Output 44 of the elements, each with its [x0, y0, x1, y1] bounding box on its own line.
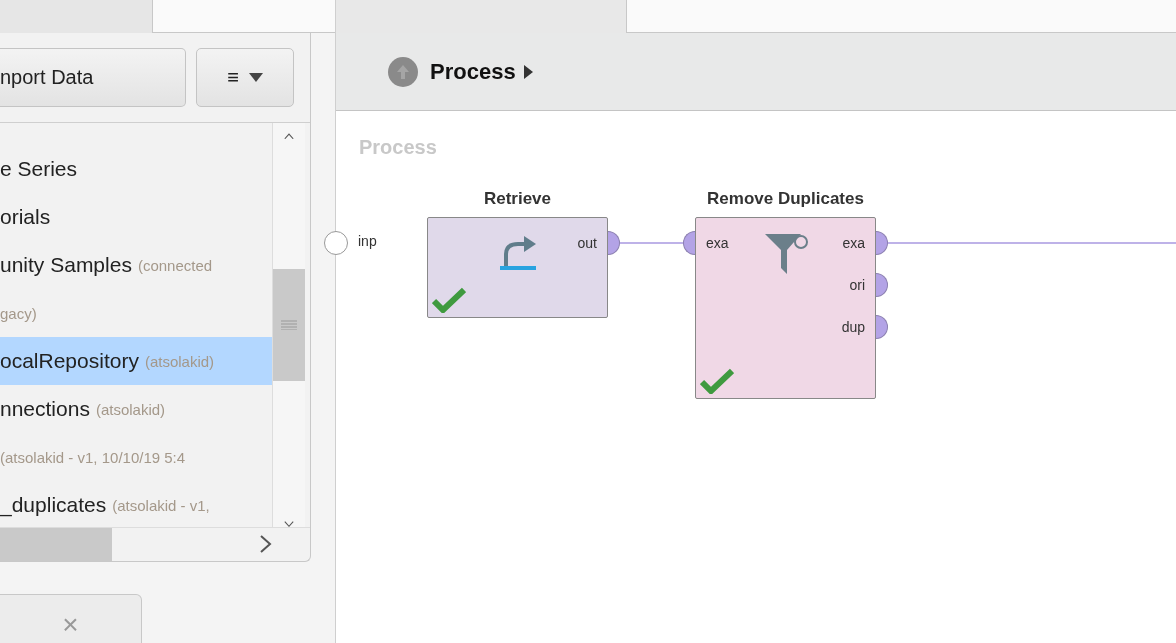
repository-item[interactable]: unity Samples (connected: [0, 241, 272, 289]
item-name: nnections: [0, 397, 90, 421]
port[interactable]: [683, 231, 695, 255]
repository-item[interactable]: ocalRepository (atsolakid): [0, 337, 272, 385]
port[interactable]: [608, 231, 620, 255]
horizontal-scrollbar[interactable]: [0, 527, 310, 561]
operator-box[interactable]: exa exa ori dup: [695, 217, 876, 399]
port-label: exa: [706, 235, 729, 251]
port[interactable]: [876, 231, 888, 255]
repository-item[interactable]: e Series: [0, 145, 272, 193]
item-detail: (atsolakid): [95, 400, 166, 418]
grip-icon: [281, 320, 297, 330]
caret-icon: [248, 73, 263, 82]
port[interactable]: [876, 273, 888, 297]
port-label: ori: [849, 277, 865, 293]
port-label: out: [577, 235, 597, 251]
scroll-right-icon[interactable]: [260, 535, 272, 553]
operator-title: Retrieve: [482, 189, 553, 210]
repository-item[interactable]: nnections (atsolakid): [0, 385, 272, 433]
operator-box[interactable]: out: [427, 217, 608, 318]
breadcrumb-link[interactable]: Process: [430, 58, 516, 85]
item-name: _duplicates: [0, 493, 107, 517]
item-detail: gacy): [0, 304, 37, 322]
item-detail: (atsolakid - v1,: [112, 496, 210, 514]
connection-line: [619, 242, 685, 244]
item-detail: (atsolakid - v1, 10/10/19 5:4: [0, 448, 186, 466]
caret-right-icon[interactable]: [523, 64, 533, 79]
repository-item[interactable]: _duplicates (atsolakid - v1,: [0, 481, 272, 527]
operator-title: Remove Duplicates: [706, 189, 865, 210]
vertical-scrollbar[interactable]: [272, 123, 305, 527]
port-label: exa: [842, 235, 865, 251]
port-label: dup: [841, 319, 865, 335]
item-detail: (connected: [137, 256, 213, 274]
repository-item[interactable]: orials: [0, 193, 272, 241]
port[interactable]: [876, 315, 888, 339]
item-name: unity Samples: [0, 253, 132, 277]
item-name: ocalRepository: [0, 349, 139, 373]
port-label: inp: [358, 233, 377, 249]
item-detail: (atsolakid): [144, 352, 215, 370]
input-port[interactable]: [324, 231, 348, 255]
import-data-button[interactable]: nport Data: [0, 48, 186, 107]
item-name: e Series: [0, 157, 78, 181]
item-name: orials: [0, 205, 51, 229]
menu-button[interactable]: ≡: [196, 48, 294, 107]
